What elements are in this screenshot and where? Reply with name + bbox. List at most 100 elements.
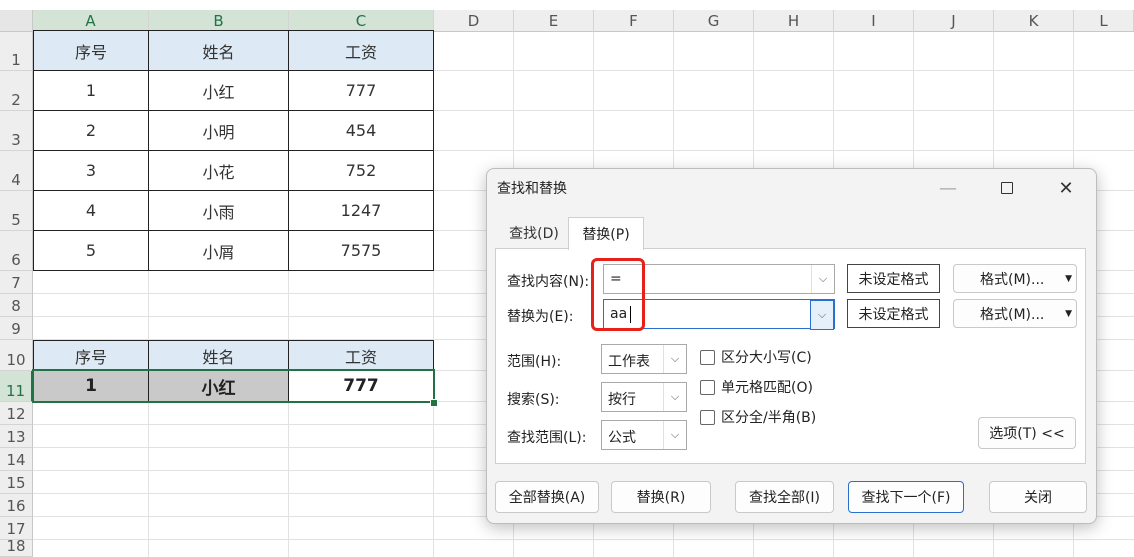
tab-label: 替换(P) xyxy=(582,227,630,243)
column-header-k[interactable]: K xyxy=(994,10,1074,32)
row-header-12[interactable]: 12 xyxy=(0,402,33,425)
cell-text: 小屑 xyxy=(202,242,235,262)
row-header-18[interactable]: 18 xyxy=(0,537,33,557)
button-label: 查找全部(I) xyxy=(748,490,821,506)
match-width-checkbox[interactable]: 区分全/半角(B) xyxy=(700,407,816,427)
cell-text: 小明 xyxy=(202,122,235,142)
table-cell[interactable]: 小雨 xyxy=(148,190,289,231)
top-strip xyxy=(0,0,1134,10)
table-cell[interactable]: 752 xyxy=(288,150,434,191)
row-header-15[interactable]: 15 xyxy=(0,471,33,494)
lookin-select[interactable]: 公式 ⌵ xyxy=(601,420,687,450)
find-next-button[interactable]: 查找下一个(F) xyxy=(848,481,964,513)
row-header-2[interactable]: 2 xyxy=(0,71,33,111)
lookin-value: 公式 xyxy=(608,430,636,446)
row-header-14[interactable]: 14 xyxy=(0,448,33,471)
row-header-10[interactable]: 10 xyxy=(0,340,33,371)
table-cell[interactable]: 小红 xyxy=(148,70,289,111)
checkbox-label: 区分大小写(C) xyxy=(721,350,812,366)
replace-format-button[interactable]: 格式(M)... ▼ xyxy=(953,299,1077,328)
button-label: 全部替换(A) xyxy=(508,490,586,506)
match-cell-checkbox[interactable]: 单元格匹配(O) xyxy=(700,377,813,397)
table2-header-salary[interactable]: 工资 xyxy=(288,340,434,371)
options-button[interactable]: 选项(T) << xyxy=(978,417,1076,449)
column-header-c[interactable]: C xyxy=(289,10,434,32)
find-label: 查找内容(N): xyxy=(507,274,590,290)
row-header-11[interactable]: 11 xyxy=(0,371,33,402)
table-cell[interactable]: 454 xyxy=(288,110,434,151)
dropdown-triangle-icon: ▼ xyxy=(1065,308,1072,319)
table-cell[interactable]: 7575 xyxy=(288,230,434,271)
button-label: 替换(R) xyxy=(636,490,686,506)
minimize-button[interactable]: — xyxy=(925,171,971,205)
column-header-e[interactable]: E xyxy=(514,10,594,32)
find-format-status-button[interactable]: 未设定格式 xyxy=(847,264,940,293)
tab-replace[interactable]: 替换(P) xyxy=(568,217,644,250)
table2-header-name[interactable]: 姓名 xyxy=(148,340,289,371)
column-header-f[interactable]: F xyxy=(594,10,674,32)
table1-header-salary[interactable]: 工资 xyxy=(288,30,434,71)
fill-handle[interactable] xyxy=(430,399,438,407)
row-header-1[interactable]: 1 xyxy=(0,32,33,71)
cell-text: 752 xyxy=(345,161,377,180)
table-cell[interactable]: 777 xyxy=(288,70,434,111)
row-header-6[interactable]: 6 xyxy=(0,231,33,271)
table-cell[interactable]: 小花 xyxy=(148,150,289,191)
column-header-b[interactable]: B xyxy=(149,10,289,32)
gridline xyxy=(33,539,1134,540)
cell-text: 454 xyxy=(345,121,377,140)
column-header-j[interactable]: J xyxy=(914,10,994,32)
column-header-d[interactable]: D xyxy=(434,10,514,32)
column-header-g[interactable]: G xyxy=(674,10,754,32)
match-case-checkbox[interactable]: 区分大小写(C) xyxy=(700,347,812,367)
row-header-8[interactable]: 8 xyxy=(0,294,33,317)
column-header-i[interactable]: I xyxy=(834,10,914,32)
button-label: 关闭 xyxy=(1024,490,1052,506)
row-header-5[interactable]: 5 xyxy=(0,191,33,231)
cell-text: 1 xyxy=(85,81,97,100)
column-header-a[interactable]: A xyxy=(33,10,149,32)
chevron-down-icon[interactable]: ⌵ xyxy=(663,421,686,449)
row-header-9[interactable]: 9 xyxy=(0,317,33,340)
button-label: 格式(M)... xyxy=(980,306,1045,323)
row-header-16[interactable]: 16 xyxy=(0,494,33,517)
table-cell[interactable]: 3 xyxy=(33,150,149,191)
table-cell[interactable]: 5 xyxy=(33,230,149,271)
table-cell[interactable]: 4 xyxy=(33,190,149,231)
table-cell[interactable]: 1247 xyxy=(288,190,434,231)
chevron-down-icon[interactable]: ⌵ xyxy=(663,345,686,373)
chevron-down-icon[interactable]: ⌵ xyxy=(810,300,834,330)
within-select[interactable]: 工作表 ⌵ xyxy=(601,344,687,374)
row-header-4[interactable]: 4 xyxy=(0,151,33,191)
table-cell[interactable]: 小屑 xyxy=(148,230,289,271)
column-header-l[interactable]: L xyxy=(1074,10,1134,32)
close-window-button[interactable]: ✕ xyxy=(1043,171,1089,205)
replace-button[interactable]: 替换(R) xyxy=(611,481,711,513)
cell-text: 777 xyxy=(345,81,377,100)
table-cell[interactable]: 小明 xyxy=(148,110,289,151)
close-button[interactable]: 关闭 xyxy=(989,481,1087,513)
select-all-corner[interactable] xyxy=(0,10,33,32)
chevron-down-icon[interactable]: ⌵ xyxy=(811,265,834,293)
maximize-button[interactable] xyxy=(984,171,1030,205)
row-header-7[interactable]: 7 xyxy=(0,271,33,294)
chevron-down-icon[interactable]: ⌵ xyxy=(663,383,686,411)
search-value: 按行 xyxy=(608,392,636,408)
table1-header-name[interactable]: 姓名 xyxy=(148,30,289,71)
row-header-13[interactable]: 13 xyxy=(0,425,33,448)
replace-all-button[interactable]: 全部替换(A) xyxy=(495,481,599,513)
search-select[interactable]: 按行 ⌵ xyxy=(601,382,687,412)
replace-format-status-button[interactable]: 未设定格式 xyxy=(847,299,940,328)
lookin-label: 查找范围(L): xyxy=(507,430,587,446)
table-cell[interactable]: 1 xyxy=(33,70,149,111)
find-format-button[interactable]: 格式(M)... ▼ xyxy=(953,264,1077,293)
button-label: 选项(T) << xyxy=(989,426,1065,442)
table-cell[interactable]: 2 xyxy=(33,110,149,151)
row-header-3[interactable]: 3 xyxy=(0,111,33,151)
find-all-button[interactable]: 查找全部(I) xyxy=(735,481,834,513)
minimize-icon: — xyxy=(939,177,957,199)
column-header-h[interactable]: H xyxy=(754,10,834,32)
tab-find[interactable]: 查找(D) xyxy=(501,217,567,249)
table2-header-no[interactable]: 序号 xyxy=(33,340,149,371)
table1-header-no[interactable]: 序号 xyxy=(33,30,149,71)
